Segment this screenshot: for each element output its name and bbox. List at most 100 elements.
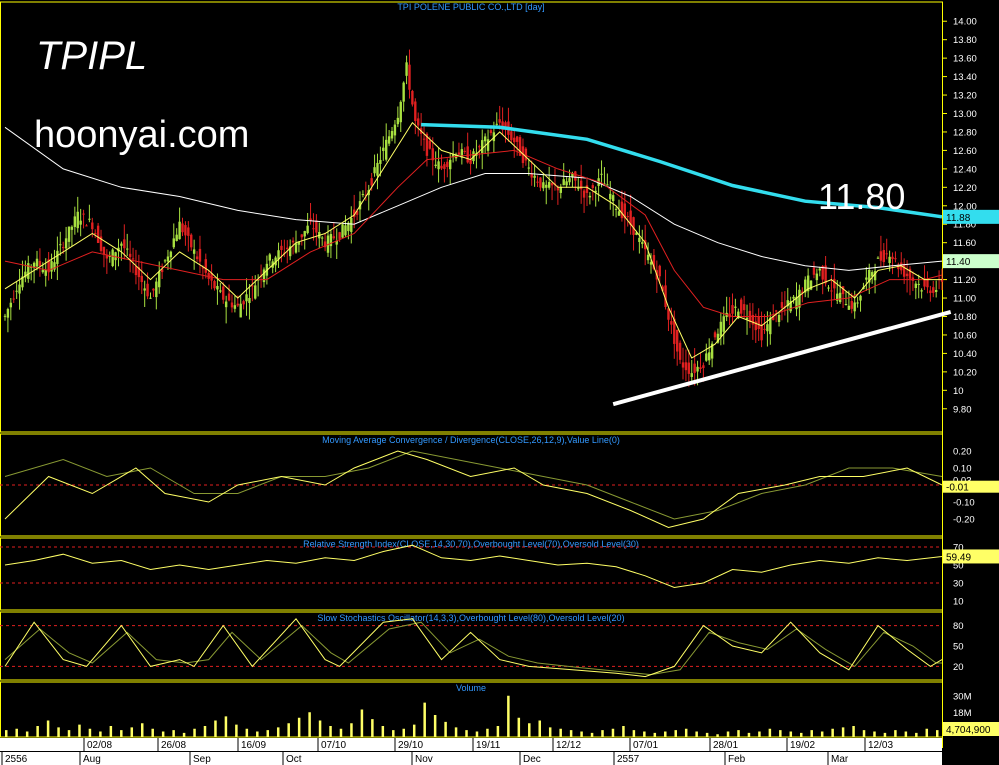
- volume-bar: [235, 724, 238, 737]
- candle-body: [495, 123, 498, 125]
- candle-body: [405, 62, 408, 76]
- candle-body: [693, 363, 696, 373]
- volume-tick-label: 30M: [953, 691, 972, 702]
- candle-body: [35, 258, 39, 267]
- candle-body: [719, 321, 723, 337]
- candle-body: [818, 268, 821, 271]
- candle-body: [70, 226, 74, 230]
- price-tick-label: 11.60: [953, 238, 976, 249]
- candle-body: [338, 232, 341, 239]
- candle-body: [131, 258, 135, 260]
- candle-body: [757, 316, 760, 330]
- stoch-tick-label: 20: [953, 662, 964, 673]
- candle-body: [248, 298, 251, 303]
- candle-body: [489, 130, 493, 134]
- candle-body: [699, 367, 702, 369]
- macd-tick-label: -0.20: [953, 515, 975, 526]
- candle-body: [184, 225, 187, 236]
- rsi-tick-label: 30: [953, 579, 964, 590]
- candle-body: [79, 220, 82, 225]
- volume-bar: [454, 727, 458, 737]
- volume-bar: [915, 732, 918, 737]
- volume-bar: [339, 728, 343, 737]
- candle-body: [675, 329, 679, 352]
- candle-body: [306, 225, 309, 234]
- volume-bar: [256, 731, 259, 737]
- volume-bar: [161, 731, 165, 737]
- volume-bar: [716, 734, 719, 737]
- candle-body: [838, 292, 842, 303]
- candle-body: [606, 184, 609, 186]
- candle-body: [702, 365, 705, 369]
- candle-body: [882, 250, 886, 263]
- candle-body: [227, 293, 231, 301]
- volume-bar: [820, 731, 824, 737]
- volume-bar: [318, 720, 322, 737]
- candle-body: [670, 321, 673, 325]
- volume-bar: [831, 728, 834, 737]
- candle-body: [18, 284, 21, 294]
- volume-bar: [245, 728, 249, 737]
- month-tick-label: Sep: [193, 754, 211, 765]
- candle-body: [515, 136, 519, 142]
- last-price-badge-text: 11.88: [946, 213, 971, 224]
- candle-body: [390, 131, 394, 139]
- volume-bar: [130, 727, 134, 737]
- candle-body: [59, 244, 62, 246]
- volume-bar: [758, 731, 761, 737]
- candle-body: [128, 253, 132, 258]
- month-tick-label: Nov: [415, 754, 433, 765]
- candle-body: [609, 193, 612, 200]
- candle-body: [562, 179, 565, 186]
- candle-body: [76, 211, 79, 229]
- candle-body: [286, 247, 289, 249]
- macd-panel-frame: [0, 433, 943, 537]
- candle-body: [344, 225, 347, 236]
- candle-body: [478, 146, 481, 148]
- price-tick-label: 11.00: [953, 294, 976, 305]
- candle-body: [143, 288, 146, 291]
- price-panel-title: TPI POLENE PUBLIC CO.,LTD [day]: [397, 2, 544, 12]
- volume-bar: [350, 723, 353, 737]
- candle-body: [550, 183, 554, 186]
- candle-body: [6, 309, 10, 318]
- month-tick-label: Dec: [523, 754, 541, 765]
- candle-body: [812, 267, 816, 275]
- candle-body: [3, 315, 7, 317]
- volume-bar: [632, 730, 636, 737]
- volume-bar: [371, 719, 374, 737]
- candle-body: [111, 249, 114, 267]
- volume-bar: [705, 732, 709, 737]
- candle-body: [155, 281, 158, 298]
- volume-bar: [182, 732, 186, 737]
- candle-body: [865, 277, 868, 280]
- candle-body: [15, 290, 18, 292]
- candle-body: [486, 139, 490, 151]
- candle-body: [9, 302, 13, 308]
- date-tick-label: 07/10: [321, 740, 346, 751]
- date-tick-label: 19/02: [790, 740, 815, 751]
- candle-body: [402, 82, 405, 102]
- candle-body: [434, 164, 437, 166]
- candle-body: [126, 248, 129, 250]
- price-tick-label: 12.80: [953, 127, 977, 138]
- volume-bar: [528, 723, 531, 737]
- rsi-tick-label: 10: [953, 597, 964, 608]
- candle-body: [213, 281, 216, 289]
- candle-body: [853, 302, 856, 312]
- volume-bar: [465, 730, 468, 737]
- candle-body: [312, 228, 315, 230]
- candle-body: [204, 259, 207, 273]
- volume-bar: [151, 728, 154, 737]
- volume-bar: [894, 730, 897, 737]
- candle-body: [777, 314, 781, 323]
- price-tick-label: 11.20: [953, 275, 976, 286]
- candle-body: [542, 182, 545, 189]
- candle-body: [841, 286, 845, 295]
- price-tick-label: 12.60: [953, 146, 977, 157]
- candle-body: [611, 195, 615, 202]
- candle-body: [780, 302, 784, 308]
- month-tick-label: Oct: [286, 754, 302, 765]
- candle-body: [539, 177, 542, 188]
- candle-body: [577, 188, 580, 190]
